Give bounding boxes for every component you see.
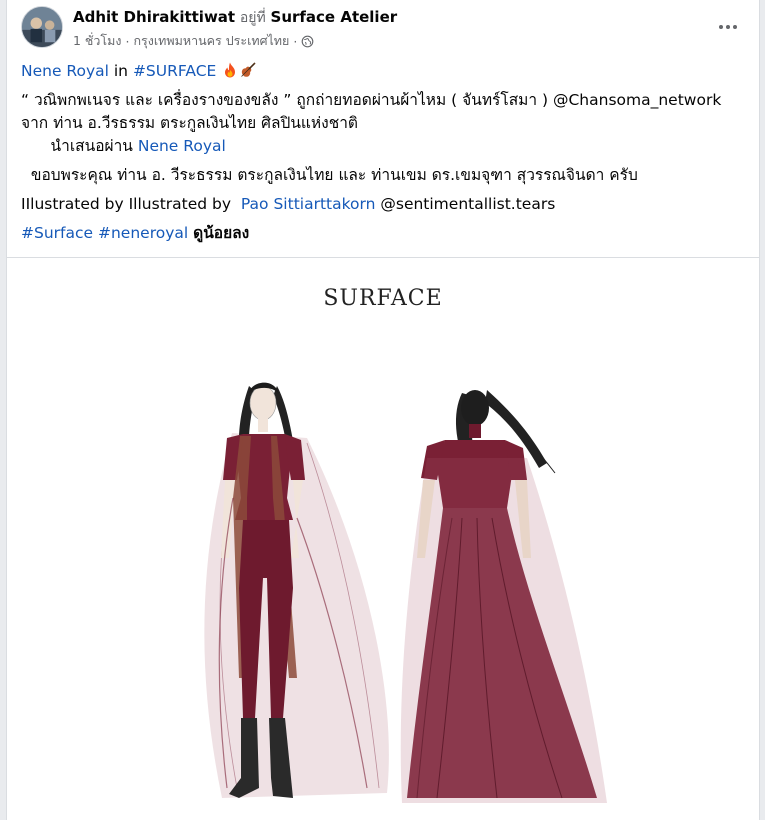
text-line-5: ขอบพระคุณ ท่าน อ. วีระธรรม ตระกูลเงินไทย… bbox=[21, 164, 745, 187]
text-line-3: จาก ท่าน อ.วีรธรรม ตระกูลเงินไทย ศิลปินแ… bbox=[21, 112, 745, 135]
post-location[interactable]: กรุงเทพมหานคร ประเทศไทย bbox=[133, 31, 289, 51]
fire-emoji-icon bbox=[221, 61, 239, 79]
illustrator-link[interactable]: Pao Sittiarttakorn bbox=[241, 195, 376, 213]
place-name[interactable]: Surface Atelier bbox=[271, 8, 398, 26]
post-header: Adhit Dhirakittiwat อยู่ที่ Surface Atel… bbox=[21, 6, 745, 50]
presented-prefix: นำเสนอผ่าน bbox=[21, 137, 138, 155]
more-dot-icon bbox=[733, 25, 737, 29]
text-line-6: IIlustrated by Illustrated by Pao Sittia… bbox=[21, 193, 745, 216]
violin-emoji-icon bbox=[239, 61, 257, 79]
illustrator-handle: @sentimentallist.tears bbox=[375, 195, 556, 213]
see-less-button[interactable]: ดูน้อยลง bbox=[193, 224, 249, 242]
nene-royal-link[interactable]: Nene Royal bbox=[21, 62, 109, 80]
globe-icon[interactable] bbox=[301, 35, 314, 48]
in-text: in bbox=[108, 62, 133, 80]
post-time[interactable]: 1 ชั่วโมง bbox=[73, 31, 122, 51]
fashion-illustration bbox=[204, 382, 607, 803]
hashtag-neneroyal[interactable]: #neneroyal bbox=[98, 224, 188, 242]
left-figure bbox=[204, 382, 389, 798]
meta-separator-2: · bbox=[293, 33, 298, 49]
description-line-2: จาก ท่าน อ.วีรธรรม ตระกูลเงินไทย ศิลปินแ… bbox=[21, 114, 358, 132]
text-line-1: Nene Royal in #SURFACE bbox=[21, 60, 745, 83]
at-text: อยู่ที่ bbox=[239, 10, 266, 26]
right-figure bbox=[400, 390, 607, 803]
image-title: SURFACE bbox=[323, 286, 443, 311]
post-text: Nene Royal in #SURFACE “ วณิพกพเนจร และ … bbox=[21, 60, 745, 245]
avatar-image bbox=[22, 7, 62, 47]
surface-hashtag[interactable]: #SURFACE bbox=[133, 62, 216, 80]
more-dot-icon bbox=[719, 25, 723, 29]
post-meta: 1 ชั่วโมง · กรุงเทพมหานคร ประเทศไทย · bbox=[73, 31, 314, 51]
thanks-line: ขอบพระคุณ ท่าน อ. วีระธรรม ตระกูลเงินไทย… bbox=[21, 166, 638, 184]
hashtag-surface[interactable]: #Surface bbox=[21, 224, 93, 242]
meta-separator: · bbox=[125, 33, 130, 49]
author-name[interactable]: Adhit Dhirakittiwat bbox=[73, 8, 235, 26]
text-line-7: #Surface #neneroyal ดูน้อยลง bbox=[21, 222, 745, 245]
illustrated-prefix: IIlustrated by Illustrated by bbox=[21, 195, 241, 213]
description-line-1: “ วณิพกพเนจร และ เครื่องรางของขลัง ” ถูก… bbox=[21, 91, 722, 109]
more-options-button[interactable] bbox=[711, 10, 745, 44]
post-card: Adhit Dhirakittiwat อยู่ที่ Surface Atel… bbox=[6, 0, 760, 820]
text-line-4: นำเสนอผ่าน Nene Royal bbox=[21, 135, 745, 158]
more-dot-icon bbox=[726, 25, 730, 29]
post-image[interactable]: SURFACE bbox=[7, 258, 759, 820]
avatar[interactable] bbox=[21, 6, 63, 48]
author-line: Adhit Dhirakittiwat อยู่ที่ Surface Atel… bbox=[73, 7, 397, 29]
nene-royal-link-2[interactable]: Nene Royal bbox=[138, 137, 226, 155]
text-line-2: “ วณิพกพเนจร และ เครื่องรางของขลัง ” ถูก… bbox=[21, 89, 745, 112]
